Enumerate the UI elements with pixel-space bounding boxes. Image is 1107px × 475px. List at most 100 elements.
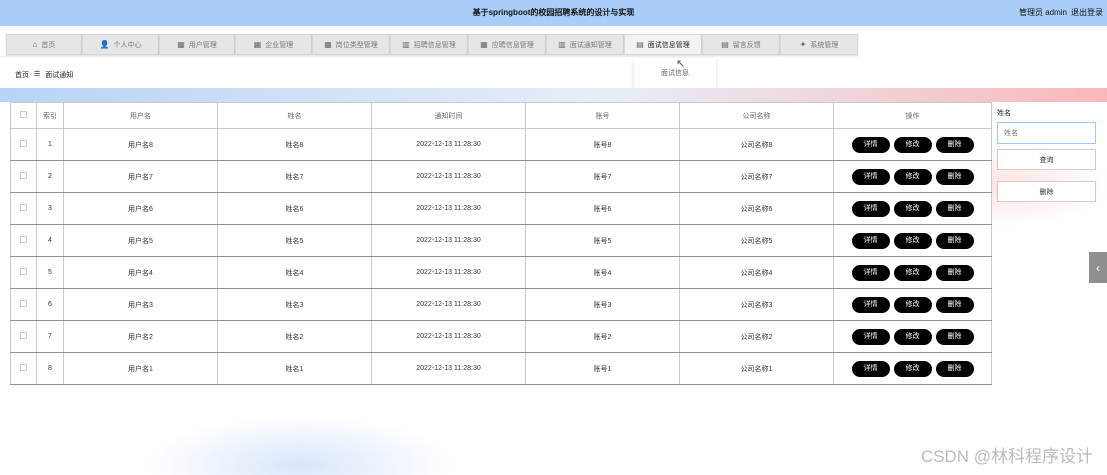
name-search-input[interactable] xyxy=(997,122,1096,144)
detail-button[interactable]: 详情 xyxy=(851,136,890,153)
nav-item-6[interactable]: ▦ 应聘信息管理 xyxy=(468,34,546,55)
cell-account: 账号5 xyxy=(525,224,680,257)
cell-time: 2022-12-13 11:28:30 xyxy=(371,352,526,385)
nav-item-1[interactable]: 👤 个人中心 xyxy=(82,34,159,55)
document-icon: ▤ xyxy=(636,40,644,49)
batch-delete-button[interactable]: 删除 xyxy=(997,181,1096,202)
delete-button[interactable]: 删除 xyxy=(935,328,974,345)
nav-item-7[interactable]: ▥ 面试通知管理 xyxy=(546,34,624,55)
cell-name: 姓名4 xyxy=(217,256,372,289)
cell-account: 账号7 xyxy=(525,160,680,193)
cell-account: 账号3 xyxy=(525,288,680,321)
cell-actions: 详情 修改 删除 xyxy=(833,160,992,193)
settings-icon: ✦ xyxy=(799,40,807,49)
edit-button[interactable]: 修改 xyxy=(893,328,932,345)
cell-username: 用户名7 xyxy=(63,160,218,193)
table-row: 8 用户名1 姓名1 2022-12-13 11:28:30 账号1 公司名称1 详情 修改删… xyxy=(10,352,992,385)
app-title: 基于springboot的校园招聘系统的设计与实现 xyxy=(472,8,635,17)
cell-index: 5 xyxy=(36,256,64,289)
cell-index: 4 xyxy=(36,224,64,257)
edit-button[interactable]: 修改 xyxy=(893,200,932,217)
cell-company: 公司名称2 xyxy=(679,320,834,353)
row-checkbox[interactable] xyxy=(10,320,37,353)
detail-button[interactable]: 详情 xyxy=(851,168,890,185)
cell-name: 姓名2 xyxy=(217,320,372,353)
edit-button[interactable]: 修改 xyxy=(893,360,932,377)
search-label: 姓名 xyxy=(997,110,1011,117)
dropdown-menu: 面试信息 xyxy=(634,58,716,88)
row-checkbox[interactable] xyxy=(10,288,37,321)
cell-username: 用户名5 xyxy=(63,224,218,257)
row-checkbox[interactable] xyxy=(10,256,37,289)
delete-button[interactable]: 删除 xyxy=(935,168,974,185)
nav-item-5[interactable]: ▥ 招聘信息管理 xyxy=(390,34,468,55)
delete-button[interactable]: 删除 xyxy=(935,232,974,249)
nav-item-8[interactable]: ▤ 面试信息管理 xyxy=(624,34,702,55)
cell-time: 2022-12-13 11:28:30 xyxy=(371,288,526,321)
cell-time: 2022-12-13 11:28:30 xyxy=(371,128,526,161)
detail-button[interactable]: 详情 xyxy=(851,200,890,217)
delete-button[interactable]: 删除 xyxy=(935,136,974,153)
cell-time: 2022-12-13 11:28:30 xyxy=(371,320,526,353)
delete-button[interactable]: 删除 xyxy=(935,360,974,377)
cell-time: 2022-12-13 11:28:30 xyxy=(371,224,526,257)
cell-actions: 详情 修改 删除 xyxy=(833,320,992,353)
cell-company: 公司名称5 xyxy=(679,224,834,257)
cell-actions: 详情 修改 删除 xyxy=(833,192,992,225)
nav-item-9[interactable]: ▤ 留言反馈 xyxy=(702,34,780,55)
column-header-actions: 操作 xyxy=(833,102,992,129)
edit-button[interactable]: 修改 xyxy=(893,264,932,281)
nav-item-4[interactable]: ▦ 岗位类型管理 xyxy=(312,34,390,55)
detail-button[interactable]: 详情 xyxy=(851,232,890,249)
nav-item-10[interactable]: ✦ 系统管理 xyxy=(780,34,858,55)
detail-button[interactable]: 详情 xyxy=(851,360,890,377)
logout-link[interactable]: 退出登录 xyxy=(1071,7,1103,18)
delete-button[interactable]: 删除 xyxy=(935,200,974,217)
bar-icon: ▥ xyxy=(402,40,410,49)
cell-index: 7 xyxy=(36,320,64,353)
row-checkbox[interactable] xyxy=(10,128,37,161)
nav-item-label: 企业管理 xyxy=(265,41,294,49)
grid-icon: ▦ xyxy=(253,40,262,49)
cell-username: 用户名6 xyxy=(63,192,218,225)
table-header-row: 索引 用户名 姓名 通知时间 账号 公司名称 操作 xyxy=(10,102,992,129)
breadcrumb-separator-icon: ☰ xyxy=(34,71,41,78)
column-header-username: 用户名 xyxy=(63,102,218,129)
row-checkbox[interactable] xyxy=(10,160,37,193)
nav-item-label: 应聘信息管理 xyxy=(491,41,534,49)
row-checkbox[interactable] xyxy=(10,224,37,257)
top-bar: 基于springboot的校园招聘系统的设计与实现 管理员 admin 退出登录 xyxy=(0,0,1107,26)
table-row: 4 用户名5 姓名5 2022-12-13 11:28:30 账号5 公司名称5 详情 修改删… xyxy=(10,224,992,257)
edit-button[interactable]: 修改 xyxy=(893,168,932,185)
nav-item-2[interactable]: ▦ 用户管理 xyxy=(159,34,235,55)
detail-button[interactable]: 详情 xyxy=(851,328,890,345)
breadcrumb: 首页 ☰ 面试通知 xyxy=(15,70,73,80)
nav-item-label: 招聘信息管理 xyxy=(413,41,456,49)
collapse-handle-icon[interactable]: ‹ xyxy=(1089,252,1107,283)
detail-button[interactable]: 详情 xyxy=(851,296,890,313)
cell-index: 6 xyxy=(36,288,64,321)
nav-item-label: 面试通知管理 xyxy=(569,41,612,49)
edit-button[interactable]: 修改 xyxy=(893,296,932,313)
delete-button[interactable]: 删除 xyxy=(935,264,974,281)
row-checkbox[interactable] xyxy=(10,192,37,225)
cell-index: 3 xyxy=(36,192,64,225)
cell-username: 用户名8 xyxy=(63,128,218,161)
row-checkbox[interactable] xyxy=(10,352,37,385)
edit-button[interactable]: 修改 xyxy=(893,232,932,249)
select-all-checkbox[interactable] xyxy=(10,102,37,129)
delete-button[interactable]: 删除 xyxy=(935,296,974,313)
query-button[interactable]: 查询 xyxy=(997,149,1096,170)
column-header-company: 公司名称 xyxy=(679,102,834,129)
nav-item-0[interactable]: ⌂ 首页 xyxy=(6,34,82,55)
data-table: 索引 用户名 姓名 通知时间 账号 公司名称 操作 1 用户名8 姓名8 2022-1… xyxy=(10,102,992,385)
nav-item-3[interactable]: ▦ 企业管理 xyxy=(235,34,312,55)
table-row: 7 用户名2 姓名2 2022-12-13 11:28:30 账号2 公司名称2 详情 修改删… xyxy=(10,320,992,353)
nav-item-label: 用户管理 xyxy=(188,41,217,49)
breadcrumb-home[interactable]: 首页 xyxy=(15,70,29,80)
cell-account: 账号1 xyxy=(525,352,680,385)
edit-button[interactable]: 修改 xyxy=(893,136,932,153)
nav-item-label: 面试信息管理 xyxy=(647,41,690,49)
cell-index: 2 xyxy=(36,160,64,193)
detail-button[interactable]: 详情 xyxy=(851,264,890,281)
